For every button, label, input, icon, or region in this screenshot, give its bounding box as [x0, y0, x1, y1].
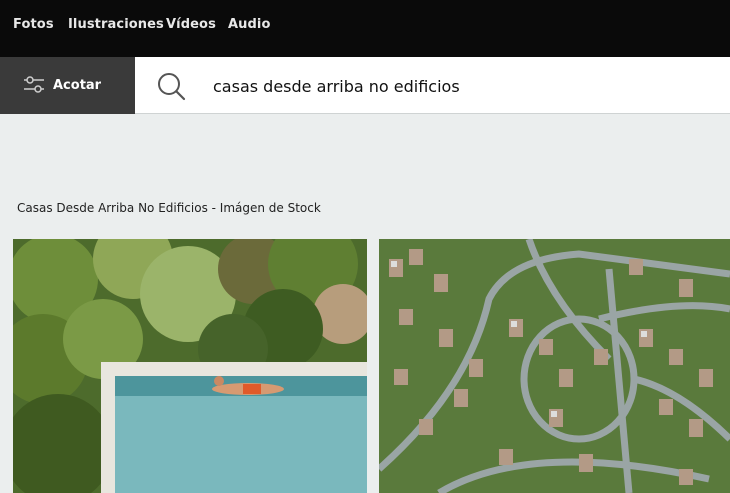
search-input[interactable]: [205, 70, 705, 102]
results-heading: Casas Desde Arriba No Edificios - Imágen…: [17, 201, 321, 215]
result-image-pool[interactable]: [13, 239, 367, 493]
sliders-icon: [23, 75, 45, 95]
nav-illustrations-link[interactable]: Ilustraciones: [68, 17, 164, 32]
result-image-aerial-houses[interactable]: [379, 239, 730, 493]
search-icon[interactable]: [155, 70, 187, 102]
top-navigation: Fotos Ilustraciones Vídeos Audio: [0, 0, 730, 57]
nav-photos-link[interactable]: Fotos: [13, 17, 54, 32]
search-bar: Acotar: [0, 57, 730, 114]
refine-button[interactable]: Acotar: [0, 57, 135, 114]
nav-videos-link[interactable]: Vídeos: [166, 17, 216, 32]
nav-audio-link[interactable]: Audio: [228, 17, 271, 32]
refine-label: Acotar: [53, 78, 102, 93]
